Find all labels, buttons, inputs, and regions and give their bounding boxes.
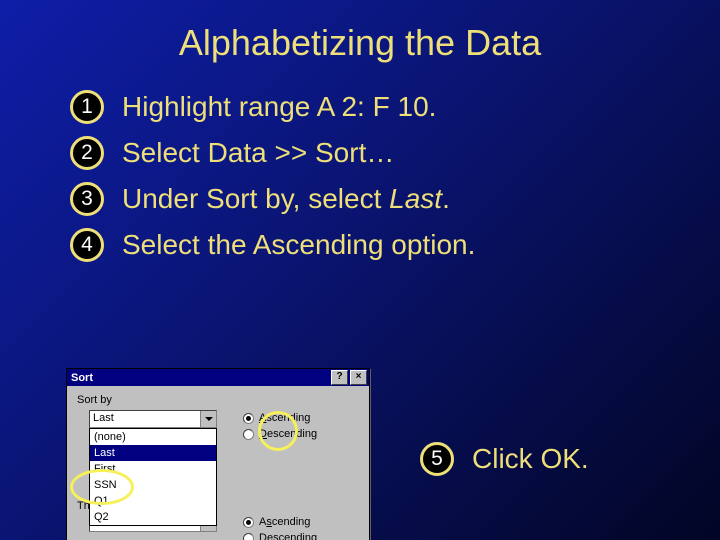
- thenby-radios: Ascending Descending: [243, 514, 317, 540]
- sortby-combo[interactable]: Last (none) Last First SSN Q1 Q2: [89, 410, 217, 428]
- radio-label: Ascending: [259, 412, 310, 424]
- dropdown-item[interactable]: Last: [90, 445, 216, 461]
- ascending-radio-2[interactable]: Ascending: [243, 514, 317, 530]
- step-text: Click OK.: [472, 443, 589, 475]
- step-text: Under Sort by, select Last.: [122, 183, 450, 215]
- dropdown-item[interactable]: Q2: [90, 509, 216, 525]
- steps-list: 1 Highlight range A 2: F 10. 2 Select Da…: [70, 90, 720, 262]
- step-bullet: 4: [70, 228, 104, 262]
- radio-icon: [243, 413, 254, 424]
- radio-label: Descending: [259, 428, 317, 440]
- sortby-dropdown[interactable]: (none) Last First SSN Q1 Q2: [89, 428, 217, 526]
- step-bullet: 2: [70, 136, 104, 170]
- dropdown-item[interactable]: Q1: [90, 493, 216, 509]
- step-text-prefix: Under Sort by, select: [122, 183, 389, 214]
- descending-radio-2[interactable]: Descending: [243, 530, 317, 540]
- step-text: Highlight range A 2: F 10.: [122, 91, 436, 123]
- descending-radio[interactable]: Descending: [243, 426, 317, 442]
- radio-icon: [243, 533, 254, 540]
- step-2: 2 Select Data >> Sort…: [70, 136, 720, 170]
- radio-label: Descending: [259, 532, 317, 540]
- step-text: Select Data >> Sort…: [122, 137, 394, 169]
- dropdown-item[interactable]: (none): [90, 429, 216, 445]
- ascending-radio[interactable]: Ascending: [243, 410, 317, 426]
- step-text: Select the Ascending option.: [122, 229, 475, 261]
- step-4: 4 Select the Ascending option.: [70, 228, 720, 262]
- sortby-value: Last: [90, 411, 200, 427]
- sort-dialog: Sort ? × Sort by Last (none) Last First …: [66, 368, 370, 540]
- help-button[interactable]: ?: [331, 370, 348, 385]
- step-text-suffix: .: [442, 183, 450, 214]
- step-bullet: 1: [70, 90, 104, 124]
- step-text-emphasis: Last: [389, 183, 442, 214]
- dropdown-item[interactable]: SSN: [90, 477, 216, 493]
- step-5: 5 Click OK.: [420, 442, 589, 476]
- step-bullet: 5: [420, 442, 454, 476]
- chevron-down-icon[interactable]: [200, 411, 216, 427]
- step-1: 1 Highlight range A 2: F 10.: [70, 90, 720, 124]
- step-3: 3 Under Sort by, select Last.: [70, 182, 720, 216]
- radio-icon: [243, 517, 254, 528]
- dialog-titlebar[interactable]: Sort ? ×: [67, 369, 369, 386]
- sortby-radios: Ascending Descending: [243, 410, 317, 442]
- slide-title: Alphabetizing the Data: [0, 22, 720, 64]
- radio-label: Ascending: [259, 516, 310, 528]
- dropdown-item[interactable]: First: [90, 461, 216, 477]
- step-bullet: 3: [70, 182, 104, 216]
- close-button[interactable]: ×: [350, 370, 367, 385]
- radio-icon: [243, 429, 254, 440]
- sortby-label: Sort by: [77, 394, 361, 406]
- dialog-title: Sort: [71, 372, 93, 384]
